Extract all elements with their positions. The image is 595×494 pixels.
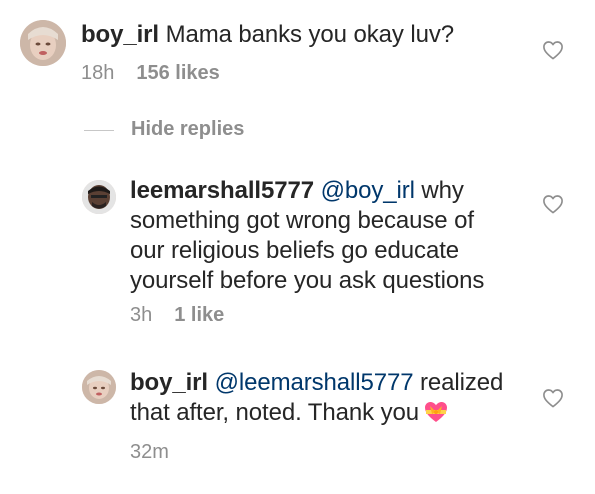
comment-username[interactable]: boy_irl: [130, 369, 208, 396]
comment-line: our religious beliefs go educate: [130, 237, 460, 264]
comment-meta: 32m: [130, 441, 169, 464]
hide-replies-label[interactable]: Hide replies: [131, 118, 244, 141]
avatar[interactable]: [82, 180, 116, 214]
avatar-photo-icon: [82, 180, 116, 214]
comment-time: 32m: [130, 441, 169, 463]
comment-text: boy_irl @leemarshall5777 realized that a…: [130, 368, 550, 428]
avatar[interactable]: [20, 20, 66, 66]
comment-username[interactable]: boy_irl: [81, 21, 159, 48]
comment-line: that after, noted. Thank you: [130, 399, 419, 426]
comment-body: why: [414, 177, 464, 204]
heart-outline-icon[interactable]: [542, 194, 564, 214]
comment-line: something got wrong because of: [130, 207, 474, 234]
comment-likes[interactable]: 1 like: [174, 304, 224, 326]
avatar-photo-icon: [20, 20, 66, 66]
comment-time: 3h: [130, 304, 153, 326]
heart-outline-icon[interactable]: [542, 388, 564, 408]
comment-meta: 3h 1 like: [130, 304, 224, 327]
comment-body: Mama banks you okay luv?: [159, 21, 455, 48]
comment-username[interactable]: leemarshall5777: [130, 177, 314, 204]
comment-time: 18h: [81, 62, 115, 84]
mention-link[interactable]: @boy_irl: [321, 177, 415, 204]
comment-text: boy_irl Mama banks you okay luv?: [81, 20, 454, 50]
avatar[interactable]: [82, 370, 116, 404]
mention-link[interactable]: @leemarshall5777: [215, 369, 414, 396]
heart-outline-icon[interactable]: [542, 40, 564, 60]
heart-with-ribbon-emoji-icon: [423, 400, 449, 424]
comment-text: leemarshall5777 @boy_irl why something g…: [130, 176, 550, 296]
comment-line: yourself before you ask questions: [130, 267, 485, 294]
comment-body: realized: [413, 369, 504, 396]
avatar-photo-icon: [82, 370, 116, 404]
comment-meta: 18h 156 likes: [81, 62, 220, 85]
comment-likes[interactable]: 156 likes: [136, 62, 219, 84]
replies-divider: [84, 130, 114, 131]
